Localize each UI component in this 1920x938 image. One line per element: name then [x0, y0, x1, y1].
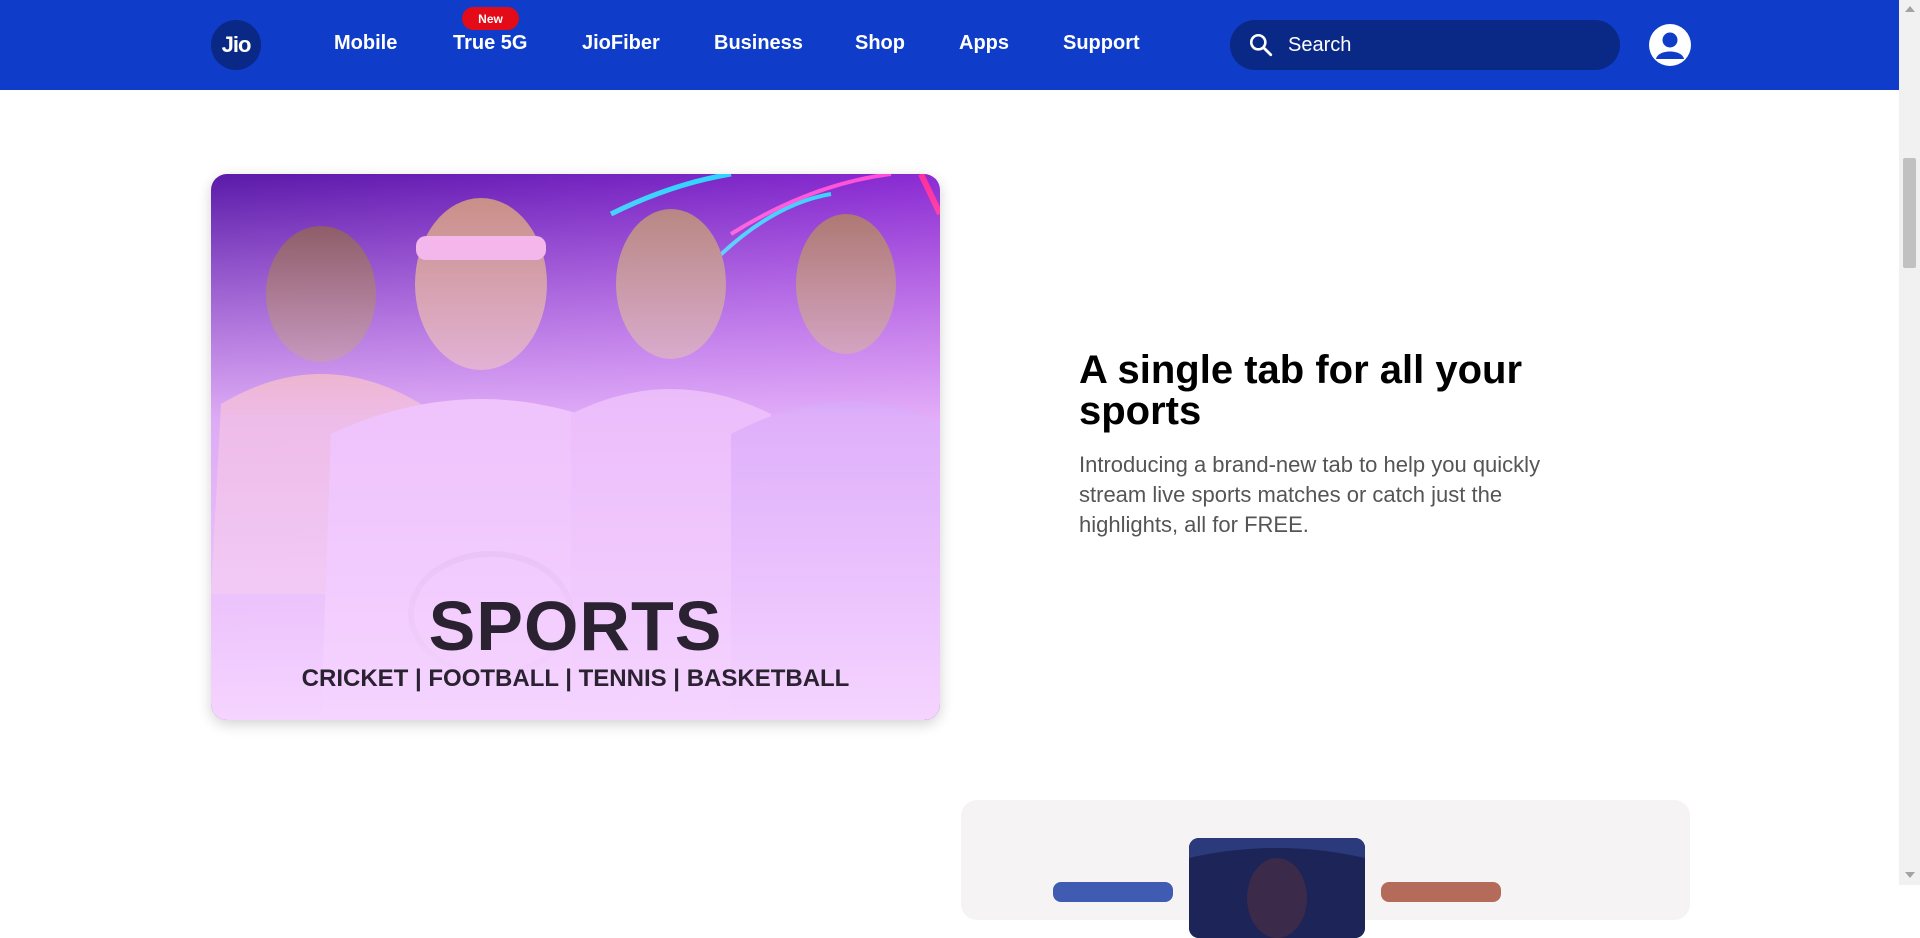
scrollbar-thumb[interactable]: [1903, 158, 1916, 268]
scroll-down-arrow-icon[interactable]: [1905, 872, 1915, 878]
nav-item-mobile[interactable]: Mobile: [334, 32, 397, 55]
banner-subtitle: CRICKET | FOOTBALL | TENNIS | BASKETBALL: [301, 665, 850, 692]
search-input[interactable]: [1286, 32, 1590, 58]
feature-description: Introducing a brand-new tab to help you …: [1079, 452, 1541, 537]
scroll-up-arrow-icon[interactable]: [1905, 6, 1915, 12]
feature-heading: A single tab for all your sports: [1079, 348, 1523, 433]
nav-item-true-5g[interactable]: True 5G: [453, 32, 527, 55]
nav-item-apps[interactable]: Apps: [959, 32, 1009, 55]
nav-item-shop[interactable]: Shop: [855, 32, 905, 55]
user-icon: [1656, 32, 1684, 59]
jio-logo[interactable]: Jio: [211, 20, 261, 70]
carousel-thumb-right[interactable]: [1381, 882, 1501, 902]
banner-title: SPORTS: [428, 587, 723, 665]
sports-banner[interactable]: SPORTS CRICKET | FOOTBALL | TENNIS | BAS…: [211, 174, 940, 720]
nav-item-business[interactable]: Business: [714, 32, 803, 55]
top-nav-bar: Jio Mobile True 5G JioFiber Business Sho…: [0, 0, 1899, 90]
nav-item-support[interactable]: Support: [1063, 32, 1140, 55]
carousel-thumb-center[interactable]: [1189, 838, 1365, 938]
page-scrollbar[interactable]: [1899, 0, 1920, 885]
movie-poster-image: [1189, 838, 1365, 938]
search-icon: [1249, 33, 1273, 57]
nav-item-jiofiber[interactable]: JioFiber: [582, 32, 660, 55]
profile-avatar[interactable]: [1649, 24, 1691, 66]
search-box[interactable]: [1230, 20, 1620, 70]
new-badge: New: [462, 7, 519, 30]
carousel-thumb-left[interactable]: [1053, 882, 1173, 902]
next-feature-card: [961, 800, 1690, 938]
